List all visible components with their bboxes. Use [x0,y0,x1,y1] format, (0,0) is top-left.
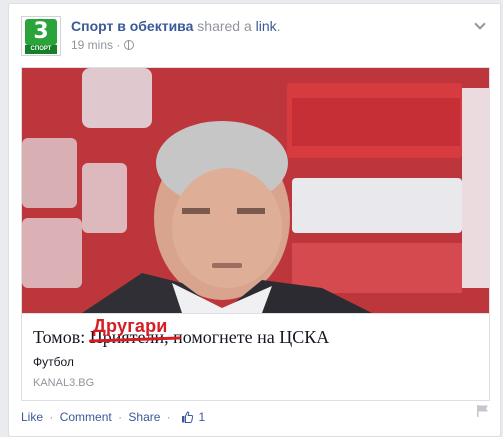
page-name-link[interactable]: Спорт в обектива [71,18,193,34]
action-separator: · [166,410,171,424]
thumbs-up-icon[interactable] [181,411,194,423]
link-domain: KANAL3.BG [33,377,95,389]
period: . [276,18,281,34]
shared-text: shared a [197,18,252,34]
action-separator: · [49,410,54,424]
comment-button[interactable]: Comment [60,410,112,424]
chevron-down-icon[interactable] [474,18,486,30]
share-button[interactable]: Share [128,410,160,424]
action-separator: · [118,410,123,424]
flag-icon[interactable] [476,404,490,418]
shared-link-word[interactable]: link [256,18,277,34]
link-category: Футбол [33,355,74,369]
like-count[interactable]: 1 [198,410,205,424]
timestamp-link[interactable]: 19 mins [71,38,113,52]
link-title-area[interactable]: Томов: Приятели, помогнете на ЦСКА Друга… [33,316,473,349]
overlay-handwritten-word: Другари [93,316,168,336]
link-preview-card[interactable]: Томов: Приятели, помогнете на ЦСКА Друга… [21,67,490,401]
like-button[interactable]: Like [21,410,43,424]
post-header: 3 СПОРТ Спорт в обектива shared a link. … [21,16,488,56]
shared-link-post: 3 СПОРТ Спорт в обектива shared a link. … [8,3,501,437]
page-avatar[interactable]: 3 СПОРТ [21,16,61,56]
header-text: Спорт в обектива shared a link. 19 mins … [71,17,468,53]
link-preview-photo[interactable] [22,68,489,313]
post-actions: Like · Comment · Share · 1 [21,409,205,425]
avatar-logo-label: СПОРТ [25,45,57,54]
globe-icon[interactable] [123,40,134,50]
link-info[interactable]: Томов: Приятели, помогнете на ЦСКА Друга… [22,313,489,401]
avatar-logo-number: 3 [25,19,57,45]
meta-separator: · [116,38,121,52]
